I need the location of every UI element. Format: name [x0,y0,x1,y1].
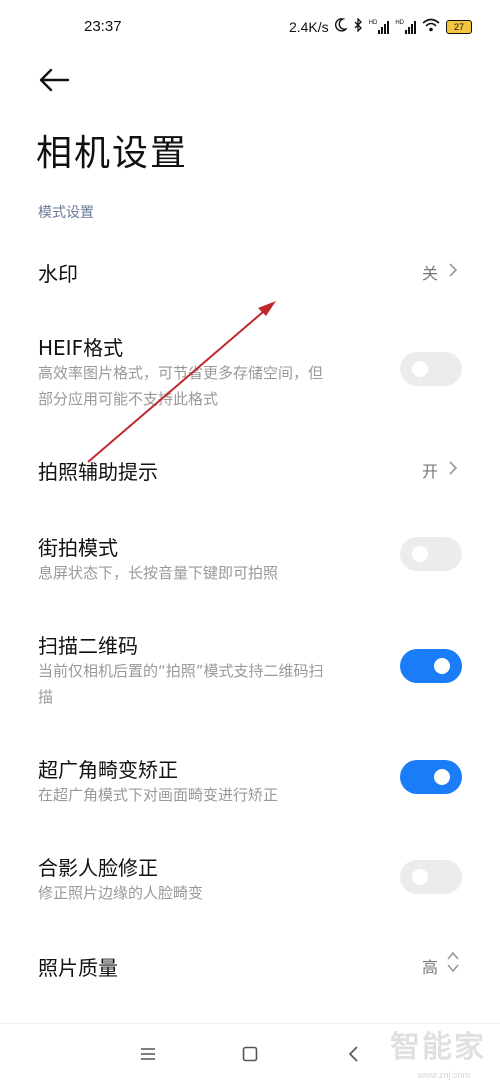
setting-photo-quality-value: 高 [421,958,438,977]
bluetooth-icon [353,17,363,35]
setting-watermark-value: 关 [421,264,438,283]
chevron-updown-icon [447,951,459,973]
network-speed: 2.4K/s [288,18,329,35]
setting-wide-angle-correction-title: 超广角畸变矫正 [38,758,178,782]
setting-wide-angle-correction: 超广角畸变矫正 在超广角模式下对画面畸变进行矫正 [0,742,500,822]
setting-qr-scan-title: 扫描二维码 [38,634,138,658]
setting-shooting-assist-title: 拍照辅助提示 [38,460,158,484]
toggle-knob [412,546,428,562]
setting-watermark[interactable]: 水印 关 [0,232,500,308]
setting-group-face-correction-desc: 修正照片边缘的人脸畸变 [38,884,204,902]
page-title: 相机设置 [36,133,189,174]
home-square-icon [242,1046,258,1062]
setting-qr-scan-desc-2: 描 [38,688,54,706]
qr-scan-toggle[interactable] [400,649,462,683]
setting-watermark-title: 水印 [38,262,78,286]
system-nav-bar: 智能家 www.znj.com [0,1023,500,1084]
heif-toggle[interactable] [400,352,462,386]
setting-heif: HEIF格式 高效率图片格式，可节省更多存储空间，但 部分应用可能不支持此格式 [0,320,500,420]
setting-street-mode: 街拍模式 息屏状态下，长按音量下键即可拍照 [0,520,500,600]
setting-qr-scan: 扫描二维码 当前仅相机后置的“拍照”模式支持二维码扫 描 [0,618,500,718]
setting-group-face-correction: 合影人脸修正 修正照片边缘的人脸畸变 [0,840,500,920]
back-nav-button[interactable] [342,1042,366,1066]
signal-icon-2: HD [395,20,416,34]
setting-heif-desc-2: 部分应用可能不支持此格式 [38,390,219,408]
menu-icon [141,1048,155,1060]
moon-icon [334,18,349,35]
setting-wide-angle-correction-desc: 在超广角模式下对画面畸变进行矫正 [38,786,279,804]
toggle-knob [412,361,428,377]
street-mode-toggle[interactable] [400,537,462,571]
status-time: 23:37 [84,18,122,35]
site-watermark: 智能家 [390,1030,486,1065]
setting-photo-quality-title: 照片质量 [38,956,118,980]
site-watermark-url: www.znj.com [417,1070,470,1080]
back-button[interactable] [38,66,70,94]
battery-icon: 27 [446,19,472,34]
setting-qr-scan-desc-1: 当前仅相机后置的“拍照”模式支持二维码扫 [38,662,324,680]
back-arrow-icon [39,68,70,92]
setting-shooting-assist[interactable]: 拍照辅助提示 开 [0,430,500,506]
section-header: 模式设置 [38,205,94,221]
setting-street-mode-desc: 息屏状态下，长按音量下键即可拍照 [38,564,279,582]
status-bar: 23:37 2.4K/s HD HD 27 [0,0,500,58]
setting-photo-quality[interactable]: 照片质量 高 [0,926,500,1002]
status-icons: 2.4K/s HD HD 27 [288,17,472,35]
setting-heif-title: HEIF格式 [38,336,124,360]
signal-icon-1: HD [369,20,390,34]
toggle-knob [434,658,450,674]
group-face-correction-toggle[interactable] [400,860,462,894]
setting-street-mode-title: 街拍模式 [38,536,118,560]
wifi-icon [422,18,440,35]
back-triangle-icon [348,1046,358,1062]
chevron-right-icon [449,263,458,277]
menu-button[interactable] [136,1042,160,1066]
toggle-knob [434,769,450,785]
home-button[interactable] [238,1042,262,1066]
toggle-knob [412,869,428,885]
chevron-right-icon [449,461,458,475]
wide-angle-correction-toggle[interactable] [400,760,462,794]
setting-shooting-assist-value: 开 [421,462,438,481]
setting-heif-desc-1: 高效率图片格式，可节省更多存储空间，但 [38,364,324,382]
setting-group-face-correction-title: 合影人脸修正 [38,856,158,880]
